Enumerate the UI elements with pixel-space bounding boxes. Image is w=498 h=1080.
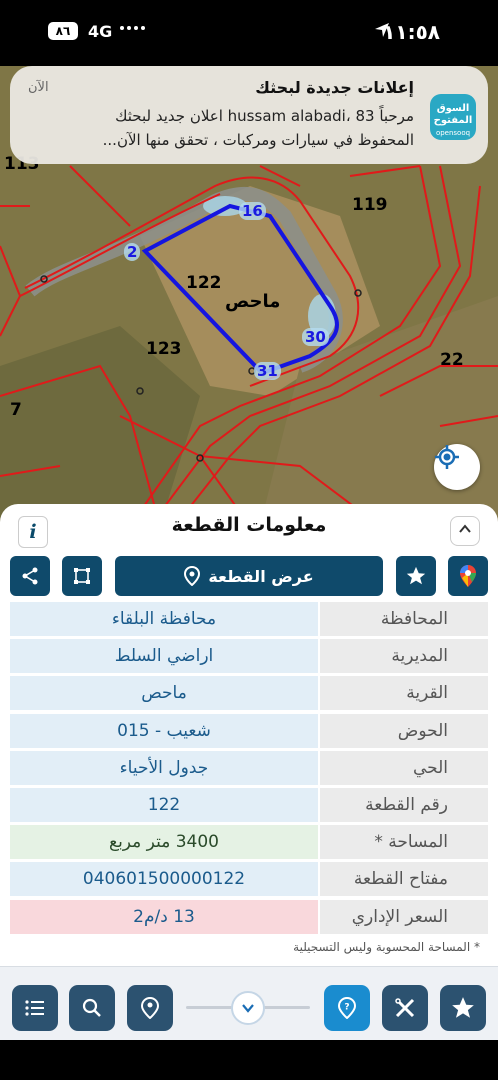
star-icon bbox=[452, 997, 474, 1018]
list-button[interactable] bbox=[12, 985, 58, 1031]
share-button[interactable] bbox=[10, 556, 50, 596]
show-parcel-label: عرض القطعة bbox=[208, 566, 314, 586]
table-row: شعيب - 015 الحوض bbox=[10, 713, 488, 748]
parcel-info-panel: i معلومات القطعة عرض القطعة محافظة البلق… bbox=[0, 504, 498, 966]
battery-indicator: ٨٦ bbox=[48, 22, 78, 40]
table-row: محافظة البلقاء المحافظة bbox=[10, 602, 488, 636]
search-icon bbox=[82, 998, 101, 1017]
row-key: المديرية bbox=[320, 639, 488, 674]
clock: ١١:٥٨ bbox=[383, 20, 440, 44]
svg-text:?: ? bbox=[344, 1003, 349, 1013]
google-maps-button[interactable] bbox=[448, 556, 488, 596]
parcel-number-22[interactable]: 22 bbox=[440, 350, 464, 370]
chevron-down-icon bbox=[242, 1004, 254, 1013]
parcel-number-119[interactable]: 119 bbox=[352, 195, 388, 215]
table-row: 040601500000122 مفتاح القطعة bbox=[10, 862, 488, 897]
star-icon bbox=[406, 566, 426, 585]
help-pin-icon: ? bbox=[338, 997, 356, 1019]
notification-time: الآن bbox=[28, 80, 49, 95]
table-row: ماحص القرية bbox=[10, 676, 488, 711]
vertex-label: 16 bbox=[239, 202, 266, 220]
status-bar: ٨٦ 4G ١١:٥٨ bbox=[0, 0, 498, 66]
panel-title: معلومات القطعة bbox=[171, 514, 327, 536]
vertex-label: 30 bbox=[302, 328, 329, 346]
signal-icon bbox=[120, 26, 145, 30]
notification-body: مرحباً hussam alabadi، 83 اعلان جديد لبح… bbox=[102, 107, 414, 149]
location-button[interactable] bbox=[127, 985, 173, 1031]
chevron-up-icon bbox=[459, 524, 471, 533]
share-icon bbox=[22, 567, 38, 585]
row-value: 3400 متر مربع bbox=[10, 825, 318, 860]
parcel-help-button[interactable]: ? bbox=[324, 985, 370, 1031]
row-key: المساحة * bbox=[320, 825, 488, 860]
notification-title: إعلانات جديدة لبحثك bbox=[255, 78, 414, 97]
row-key: الحوض bbox=[320, 713, 488, 748]
parcel-number-123[interactable]: 123 bbox=[146, 339, 182, 359]
search-button[interactable] bbox=[69, 985, 115, 1031]
favorites-button[interactable] bbox=[440, 985, 486, 1031]
parcel-number-122[interactable]: 122 bbox=[186, 273, 222, 293]
row-key: السعر الإداري bbox=[320, 899, 488, 934]
table-row: 122 رقم القطعة bbox=[10, 787, 488, 822]
row-value: 13 د/م2 bbox=[10, 899, 318, 934]
row-value: 122 bbox=[10, 787, 318, 822]
bottom-toolbar: ? bbox=[0, 966, 498, 1040]
area-footnote: * المساحة المحسوبة وليس التسجيلية bbox=[293, 940, 480, 954]
table-row: جدول الأحياء الحي bbox=[10, 750, 488, 785]
panel-slider-knob[interactable] bbox=[231, 991, 265, 1025]
row-key: مفتاح القطعة bbox=[320, 862, 488, 897]
google-maps-pin-icon bbox=[460, 565, 476, 587]
network-type: 4G bbox=[88, 22, 113, 41]
vertex-label: 2 bbox=[124, 243, 141, 261]
bounding-box-icon bbox=[74, 568, 90, 584]
parcel-details-table: محافظة البلقاء المحافظة اراضي السلط المد… bbox=[10, 602, 488, 937]
table-row: 3400 متر مربع المساحة * bbox=[10, 825, 488, 860]
row-value: جدول الأحياء bbox=[10, 750, 318, 785]
select-area-button[interactable] bbox=[62, 556, 102, 596]
opensooq-app-icon: السوق المفتوح opensooq bbox=[430, 94, 476, 140]
row-value: ماحص bbox=[10, 676, 318, 711]
measure-button[interactable] bbox=[382, 985, 428, 1031]
row-key: الحي bbox=[320, 750, 488, 785]
home-indicator-area bbox=[0, 1040, 498, 1080]
row-value: شعيب - 015 bbox=[10, 713, 318, 748]
show-parcel-button[interactable]: عرض القطعة bbox=[115, 556, 383, 596]
parcel-number-7[interactable]: 7 bbox=[10, 400, 22, 420]
village-label: ماحص bbox=[225, 291, 281, 312]
app-icon-text: السوق المفتوح bbox=[433, 103, 473, 126]
table-row: 13 د/م2 السعر الإداري bbox=[10, 899, 488, 934]
vertex-label: 31 bbox=[254, 362, 281, 380]
row-value: 040601500000122 bbox=[10, 862, 318, 897]
collapse-button[interactable] bbox=[450, 516, 480, 546]
crosshair-icon bbox=[435, 445, 459, 469]
map-pin-icon bbox=[184, 566, 201, 586]
row-value: اراضي السلط bbox=[10, 639, 318, 674]
favorite-button[interactable] bbox=[396, 556, 436, 596]
push-notification[interactable]: السوق المفتوح opensooq إعلانات جديدة لبح… bbox=[10, 66, 488, 164]
measure-icon bbox=[395, 998, 415, 1018]
row-value: محافظة البلقاء bbox=[10, 602, 318, 636]
table-row: اراضي السلط المديرية bbox=[10, 639, 488, 674]
my-location-button[interactable] bbox=[434, 444, 480, 490]
app-icon-subtext: opensooq bbox=[435, 129, 471, 137]
panel-toolbar: عرض القطعة bbox=[0, 556, 498, 598]
list-icon bbox=[25, 1000, 44, 1016]
row-key: القرية bbox=[320, 676, 488, 711]
location-pin-icon bbox=[141, 997, 159, 1019]
row-key: رقم القطعة bbox=[320, 787, 488, 822]
row-key: المحافظة bbox=[320, 602, 488, 636]
